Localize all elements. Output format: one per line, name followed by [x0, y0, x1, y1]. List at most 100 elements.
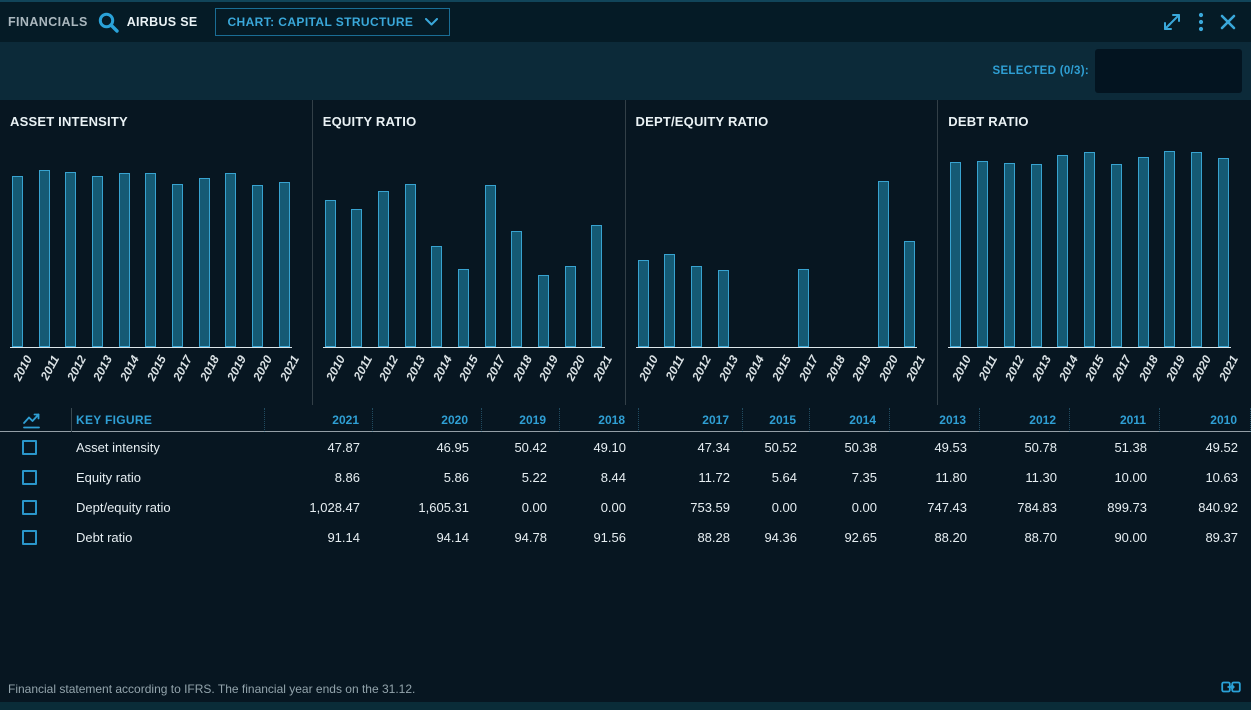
axis-label: 2015: [769, 353, 794, 383]
value-cell: 899.73: [1070, 500, 1160, 515]
bar-slot-2014: [431, 141, 442, 347]
bar-2010[interactable]: [638, 260, 649, 347]
bar-2013[interactable]: [1031, 164, 1042, 347]
bar-2020[interactable]: [878, 181, 889, 347]
bar-2012[interactable]: [65, 172, 76, 347]
bar-2014[interactable]: [431, 246, 442, 347]
axis-label: 2019: [224, 353, 249, 383]
bar-2018[interactable]: [199, 178, 210, 347]
bar-2021[interactable]: [1218, 158, 1229, 347]
bar-slot-2015: [1084, 141, 1095, 347]
bar-2011[interactable]: [351, 209, 362, 347]
bar-slot-2012: [691, 141, 702, 347]
bar-2010[interactable]: [950, 162, 961, 347]
axis-label-slot: 2019: [851, 348, 862, 404]
key-figure-label: Dept/equity ratio: [72, 500, 265, 515]
value-cell: 47.87: [265, 440, 373, 455]
axis-label-slot: 2013: [718, 348, 729, 404]
bar-2019[interactable]: [1164, 151, 1175, 347]
chevron-down-icon: [425, 18, 438, 26]
chart-plot: [10, 141, 292, 348]
year-column-header: 2012: [980, 408, 1070, 432]
axis-label: 2015: [1083, 353, 1108, 383]
bar-2015[interactable]: [458, 269, 469, 347]
axis-label-slot: 2021: [904, 348, 915, 404]
value-cell: 11.80: [890, 470, 980, 485]
axis-label-slot: 2017: [798, 348, 809, 404]
expand-icon[interactable]: [1161, 11, 1183, 33]
axis-label: 2014: [1056, 353, 1081, 383]
axis-label-slot: 2011: [39, 348, 50, 404]
bar-2015[interactable]: [145, 173, 156, 347]
row-checkbox[interactable]: [22, 500, 37, 515]
bar-2010[interactable]: [325, 200, 336, 347]
axis-label-slot: 2018: [1138, 348, 1149, 404]
axis-label-slot: 2011: [977, 348, 988, 404]
bar-2021[interactable]: [904, 241, 915, 347]
axis-label-slot: 2018: [511, 348, 522, 404]
bar-2011[interactable]: [664, 254, 675, 347]
kebab-menu-icon[interactable]: [1198, 11, 1204, 33]
axis-label: 2017: [1109, 353, 1134, 383]
search-icon[interactable]: [97, 11, 120, 34]
bar-2011[interactable]: [977, 161, 988, 347]
bar-2010[interactable]: [12, 176, 23, 347]
chart-type-dropdown[interactable]: CHART: CAPITAL STRUCTURE: [215, 8, 450, 36]
bar-slot-2018: [1138, 141, 1149, 347]
row-checkbox[interactable]: [22, 470, 37, 485]
bar-slot-2011: [351, 141, 362, 347]
bar-2020[interactable]: [252, 185, 263, 347]
chart-panel-equity-ratio: EQUITY RATIO2010201120122013201420152017…: [313, 100, 626, 405]
footer-note: Financial statement according to IFRS. T…: [8, 682, 415, 696]
bar-2017[interactable]: [485, 185, 496, 347]
bar-2017[interactable]: [798, 269, 809, 347]
bar-2012[interactable]: [691, 266, 702, 347]
bar-slot-2021: [279, 141, 290, 347]
axis-label: 2020: [876, 353, 901, 383]
axis-label: 2010: [323, 353, 348, 383]
bar-2017[interactable]: [1111, 164, 1122, 347]
axis-label: 2021: [277, 353, 302, 383]
checkbox-cell: [0, 500, 72, 515]
bar-2020[interactable]: [565, 266, 576, 347]
chart-mode-icon[interactable]: [0, 408, 72, 432]
bar-2013[interactable]: [718, 270, 729, 347]
bar-slot-2017: [485, 141, 496, 347]
bar-2018[interactable]: [1138, 157, 1149, 347]
row-checkbox[interactable]: [22, 440, 37, 455]
bar-2020[interactable]: [1191, 152, 1202, 347]
bar-2021[interactable]: [591, 225, 602, 347]
bar-slot-2013: [718, 141, 729, 347]
bar-2013[interactable]: [405, 184, 416, 347]
bar-2014[interactable]: [1057, 155, 1068, 347]
bar-2018[interactable]: [511, 231, 522, 347]
bar-2012[interactable]: [1004, 163, 1015, 347]
value-cell: 1,605.31: [373, 500, 482, 515]
axis-label-slot: 2012: [378, 348, 389, 404]
bar-2015[interactable]: [1084, 152, 1095, 347]
axis-label-slot: 2021: [1218, 348, 1229, 404]
checkbox-cell: [0, 440, 72, 455]
bar-2014[interactable]: [119, 173, 130, 347]
bar-2019[interactable]: [538, 275, 549, 347]
bar-2017[interactable]: [172, 184, 183, 347]
bar-2013[interactable]: [92, 176, 103, 347]
axis-label: 2012: [64, 353, 89, 383]
bar-slot-2015: [771, 141, 782, 347]
axis-label: 2012: [1002, 353, 1027, 383]
row-checkbox[interactable]: [22, 530, 37, 545]
bottom-strip: [0, 702, 1251, 710]
year-column-header: 2014: [810, 408, 890, 432]
chart-x-axis-labels: 2010201120122013201420152017201820192020…: [10, 348, 292, 404]
link-icon[interactable]: [1221, 680, 1241, 694]
table-header-row: KEY FIGURE 20212020201920182017201520142…: [0, 408, 1251, 432]
bar-2011[interactable]: [39, 170, 50, 347]
close-icon[interactable]: [1219, 13, 1237, 31]
selected-items-box[interactable]: [1095, 49, 1242, 93]
bar-2021[interactable]: [279, 182, 290, 347]
bar-2019[interactable]: [225, 173, 236, 347]
bar-2012[interactable]: [378, 191, 389, 347]
bar-slot-2011: [39, 141, 50, 347]
value-cell: 5.22: [482, 470, 560, 485]
chart-x-axis-labels: 2010201120122013201420152017201820192020…: [323, 348, 605, 404]
